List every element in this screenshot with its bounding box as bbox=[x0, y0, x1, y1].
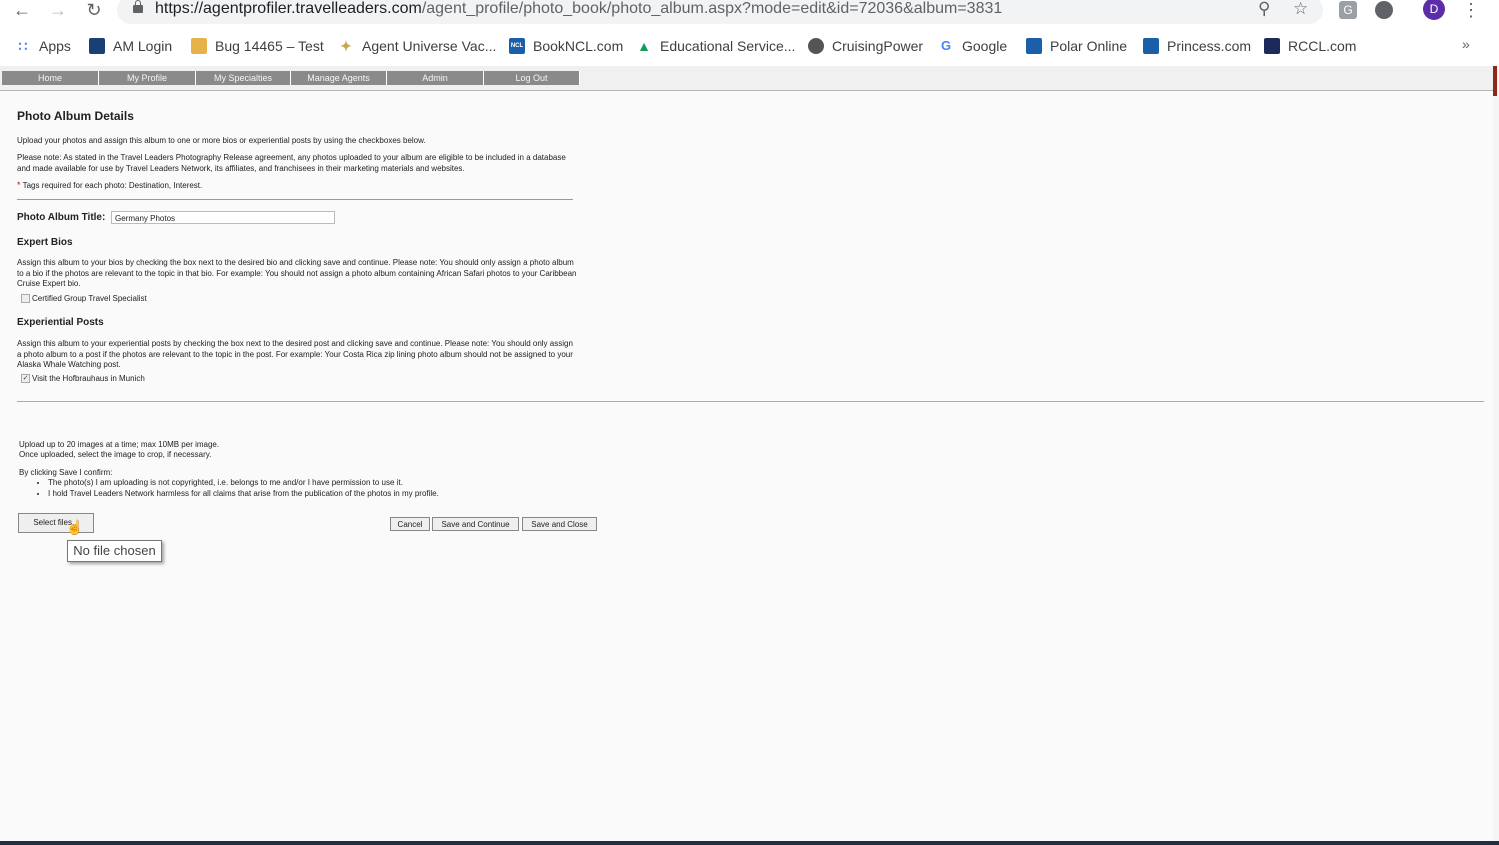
bug-icon bbox=[191, 38, 207, 54]
album-title-input[interactable]: Germany Photos bbox=[111, 211, 335, 224]
taskbar-edge bbox=[0, 841, 1499, 845]
globe-icon bbox=[808, 38, 824, 54]
expert-bios-heading: Expert Bios bbox=[17, 237, 73, 248]
google-icon: G bbox=[940, 38, 952, 53]
browser-toolbar: ← → ↻ https://agentprofiler.travelleader… bbox=[0, 0, 1499, 24]
intro-text: Upload your photos and assign this album… bbox=[17, 136, 426, 145]
required-mark: * bbox=[17, 180, 21, 190]
browser-menu-icon[interactable]: ⋮ bbox=[1462, 0, 1480, 21]
back-arrow-icon[interactable]: ← bbox=[10, 0, 34, 22]
bookmark-bookncl[interactable]: NCL BookNCL.com bbox=[509, 36, 623, 56]
cancel-button[interactable]: Cancel bbox=[390, 517, 430, 531]
bookmarks-bar: ∷ Apps AM Login Bug 14465 – Test ✦ Agent U… bbox=[0, 24, 1499, 67]
extension-circle-icon[interactable] bbox=[1375, 1, 1393, 19]
confirm-list: The photo(s) I am uploading is not copyr… bbox=[28, 478, 439, 499]
rccl-icon bbox=[1264, 38, 1280, 54]
am-login-icon bbox=[89, 38, 105, 54]
post-checkbox[interactable]: ✓ bbox=[21, 374, 30, 383]
divider bbox=[17, 199, 573, 200]
upload-crop-text: Once uploaded, select the image to crop,… bbox=[19, 450, 212, 459]
drive-icon: ▲ bbox=[637, 38, 651, 54]
bookmark-educational[interactable]: ▲ Educational Service... bbox=[636, 36, 795, 56]
post-option-label: Visit the Hofbrauhaus in Munich bbox=[32, 374, 145, 383]
bookmark-google[interactable]: G Google bbox=[938, 36, 1007, 56]
grammarly-extension-icon[interactable]: G bbox=[1339, 1, 1357, 19]
bookmark-polar[interactable]: Polar Online bbox=[1026, 36, 1127, 56]
expert-bios-text: Assign this album to your bios by checki… bbox=[17, 258, 577, 288]
zoom-icon[interactable]: ⚲ bbox=[1258, 0, 1270, 19]
scrollbar[interactable] bbox=[1493, 66, 1499, 845]
profile-avatar[interactable]: D bbox=[1423, 0, 1445, 20]
bookmark-cruisingpower[interactable]: CruisingPower bbox=[808, 36, 923, 56]
address-bar[interactable]: https://agentprofiler.travelleaders.com/… bbox=[117, 0, 1323, 24]
nav-home[interactable]: Home bbox=[2, 71, 99, 85]
bookmarks-more-icon[interactable]: » bbox=[1462, 36, 1470, 52]
bookmark-star-icon[interactable]: ☆ bbox=[1293, 0, 1308, 19]
bio-checkbox[interactable] bbox=[21, 294, 30, 303]
nav-log-out[interactable]: Log Out bbox=[484, 71, 580, 85]
scrollbar-thumb[interactable] bbox=[1493, 66, 1497, 96]
bookmark-rccl[interactable]: RCCL.com bbox=[1264, 36, 1356, 56]
tags-note: * Tags required for each photo: Destinat… bbox=[17, 180, 203, 190]
lock-icon bbox=[133, 0, 143, 13]
princess-icon bbox=[1143, 38, 1159, 54]
save-continue-button[interactable]: Save and Continue bbox=[432, 517, 519, 531]
nav-my-specialties[interactable]: My Specialties bbox=[196, 71, 291, 85]
hand-cursor-icon: ☝ bbox=[66, 519, 84, 535]
polar-icon bbox=[1026, 38, 1042, 54]
nav-manage-agents[interactable]: Manage Agents bbox=[291, 71, 387, 85]
release-note: Please note: As stated in the Travel Lea… bbox=[17, 153, 566, 173]
nav-admin[interactable]: Admin bbox=[387, 71, 484, 85]
reload-icon[interactable]: ↻ bbox=[82, 0, 106, 22]
bookmark-apps[interactable]: ∷ Apps bbox=[15, 36, 71, 56]
url-text[interactable]: https://agentprofiler.travelleaders.com/… bbox=[155, 0, 1002, 18]
experiential-text: Assign this album to your experiential p… bbox=[17, 339, 573, 369]
site-nav: Home My Profile My Specialties Manage Ag… bbox=[0, 66, 1499, 92]
confirm-heading: By clicking Save I confirm: bbox=[19, 468, 113, 477]
upload-limit-text: Upload up to 20 images at a time; max 10… bbox=[19, 440, 220, 449]
ncl-icon: NCL bbox=[509, 38, 525, 54]
save-close-button[interactable]: Save and Close bbox=[522, 517, 597, 531]
no-file-tooltip: No file chosen bbox=[67, 540, 162, 562]
list-item: The photo(s) I am uploading is not copyr… bbox=[48, 478, 439, 489]
bookmark-princess[interactable]: Princess.com bbox=[1143, 36, 1251, 56]
nav-my-profile[interactable]: My Profile bbox=[99, 71, 196, 85]
page-title: Photo Album Details bbox=[17, 109, 134, 123]
experiential-heading: Experiential Posts bbox=[17, 317, 104, 328]
section-divider bbox=[17, 401, 1484, 402]
forward-arrow-icon[interactable]: → bbox=[46, 0, 70, 22]
album-title-label: Photo Album Title: bbox=[17, 212, 106, 223]
star-icon: ✦ bbox=[340, 38, 352, 54]
bookmark-bug[interactable]: Bug 14465 – Test bbox=[191, 36, 324, 56]
apps-grid-icon: ∷ bbox=[18, 38, 28, 54]
main-content: Photo Album Details Upload your photos a… bbox=[0, 91, 1493, 845]
bookmark-agent-universe[interactable]: ✦ Agent Universe Vac... bbox=[338, 36, 496, 56]
bookmark-am-login[interactable]: AM Login bbox=[89, 36, 172, 56]
bio-option-label: Certified Group Travel Specialist bbox=[32, 294, 147, 303]
list-item: I hold Travel Leaders Network harmless f… bbox=[48, 489, 439, 500]
